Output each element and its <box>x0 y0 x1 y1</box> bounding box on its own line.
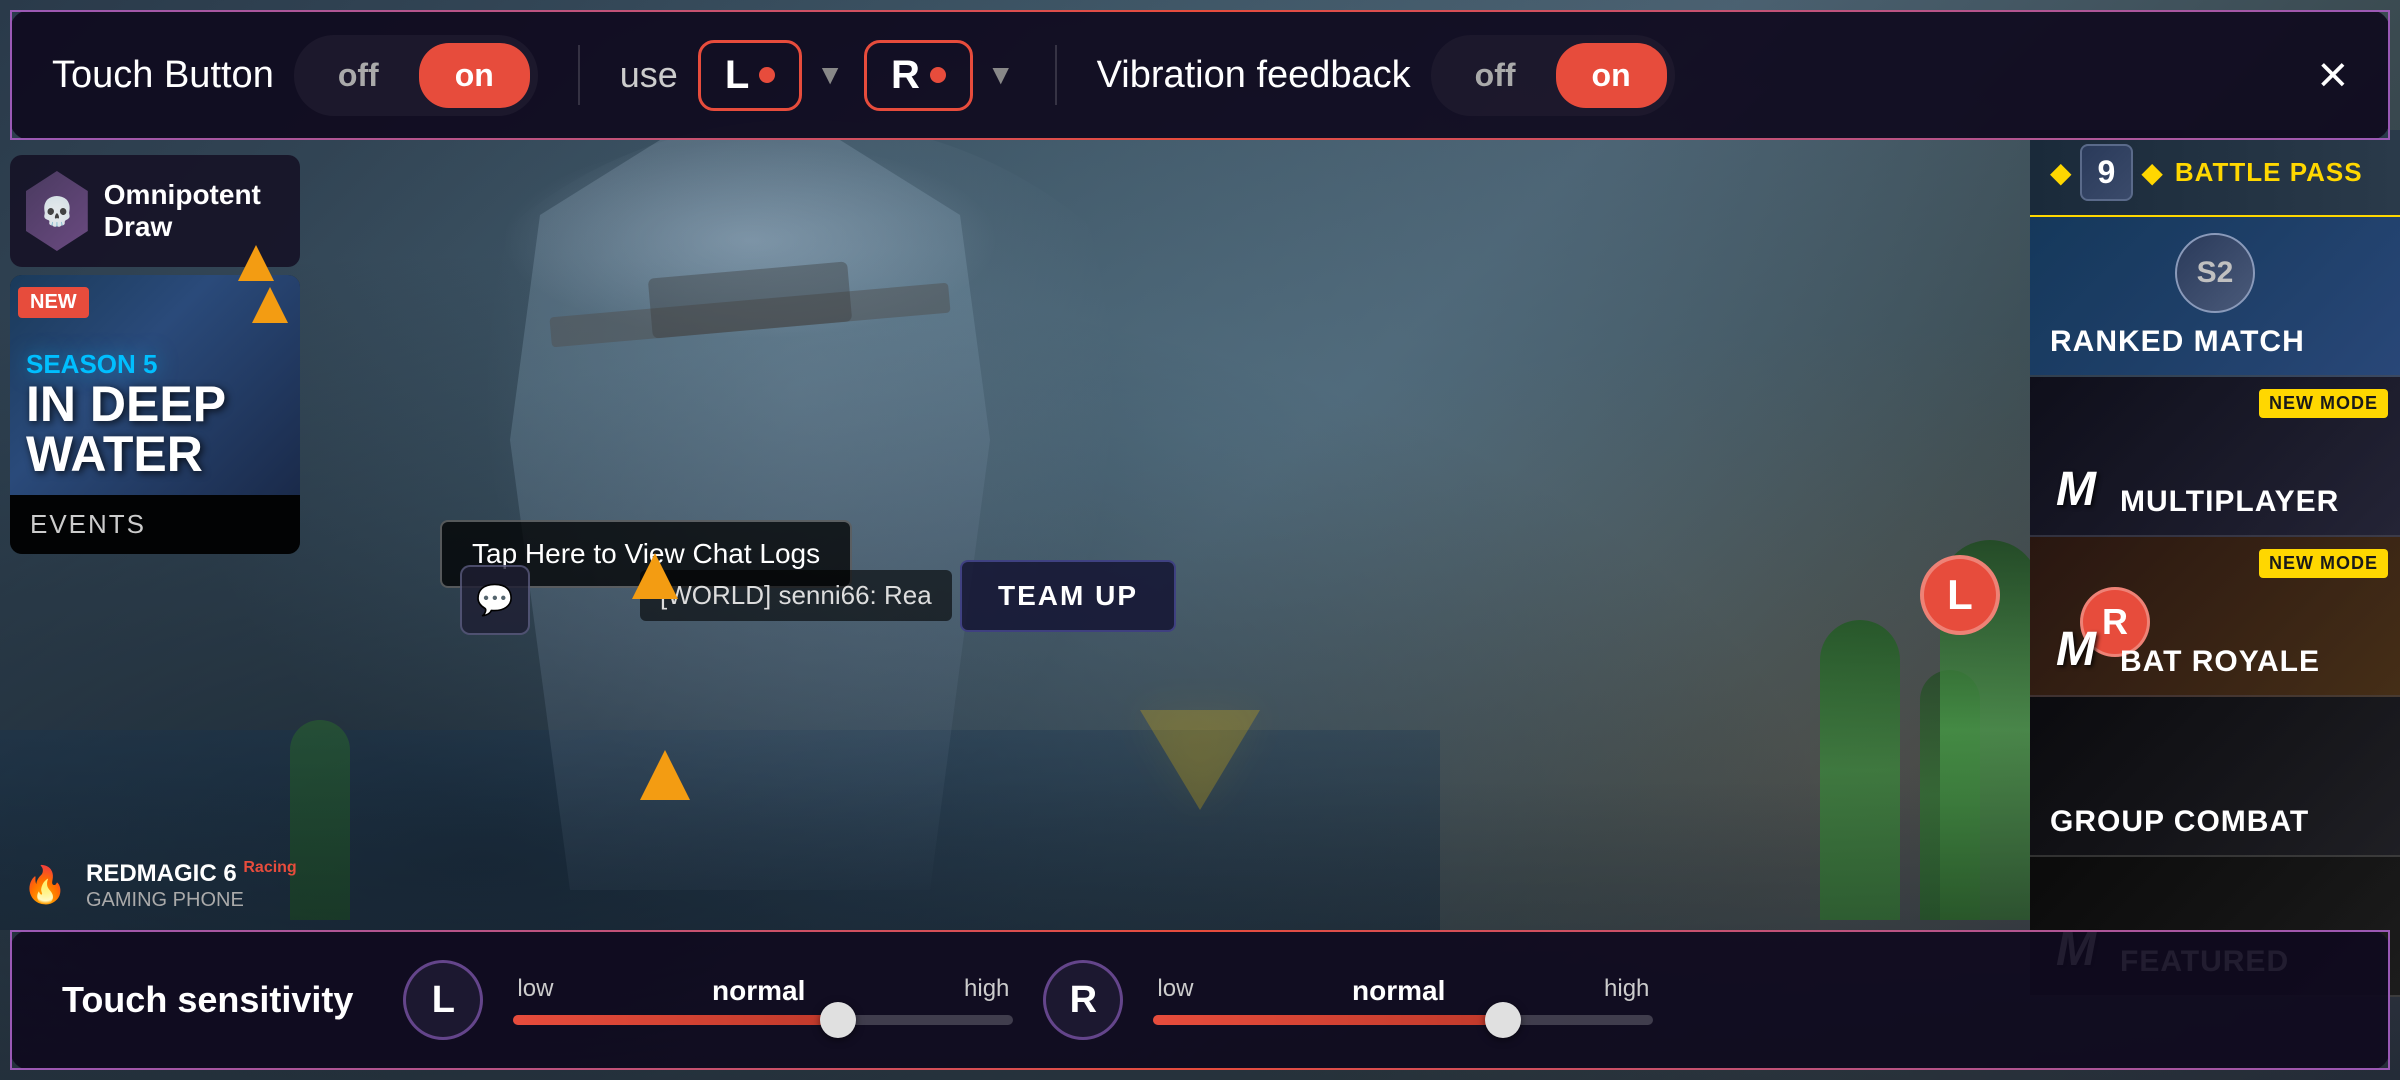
bp-icon-group: ◆ 9 ◆ <box>2050 144 2163 201</box>
l-slider-thumb[interactable] <box>820 1002 856 1038</box>
rm-sub: GAMING PHONE <box>86 889 297 912</box>
divider-2 <box>1055 45 1057 105</box>
l-slider-fill <box>513 1015 838 1025</box>
touch-button-section: Touch Button off on <box>52 35 538 116</box>
omni-avatar: 💀 <box>26 171 88 251</box>
multiplayer-label: MULTIPLAYER <box>2120 485 2339 519</box>
l-dot <box>759 67 775 83</box>
use-label: use <box>620 54 678 96</box>
multiplayer-card[interactable]: NEW MODE M MULTIPLAYER <box>2030 377 2400 537</box>
omni-label: Omnipotent Draw <box>104 179 284 243</box>
battle-pass-banner[interactable]: ◆ 9 ◆ BATTLE PASS <box>2030 130 2400 217</box>
ranked-badge: S2 <box>2175 233 2255 313</box>
vibration-label: Vibration feedback <box>1097 54 1411 97</box>
rm-text-group: REDMAGIC 6 Racing GAMING PHONE <box>86 858 297 912</box>
ranked-label: RANKED MATCH <box>2050 325 2305 359</box>
close-button[interactable]: × <box>2318 49 2348 101</box>
joystick-section: use L ▼ R ▼ <box>620 40 1015 111</box>
season-title2: WATER <box>26 429 284 479</box>
r-slider-fill <box>1153 1015 1503 1025</box>
events-banner: NEW SEASON 5 IN DEEP WATER <box>10 275 300 495</box>
vibration-off[interactable]: off <box>1439 43 1552 108</box>
diamond-icon2: ◆ <box>2141 156 2163 189</box>
br-label: BAT ROYALE <box>2120 645 2320 679</box>
l-slider-labels: low normal high <box>513 975 1013 1007</box>
top-toolbar: Touch Button off on use L ▼ R ▼ Vibrat <box>10 10 2390 140</box>
l-joystick-group: L ▼ <box>698 40 844 111</box>
touch-button-label: Touch Button <box>52 54 274 97</box>
vibration-section: Vibration feedback off on <box>1097 35 1675 116</box>
group-label: GROUP COMBAT <box>2050 805 2309 839</box>
tree-right <box>1820 620 1900 920</box>
r-slider-thumb[interactable] <box>1485 1002 1521 1038</box>
flame-icon: 🔥 <box>23 864 68 906</box>
r-slider-track[interactable] <box>1153 1015 1653 1025</box>
right-panel: ◆ 9 ◆ BATTLE PASS S2 RANKED MATCH NEW MO… <box>2030 130 2400 997</box>
rm-logo: 🔥 <box>20 855 70 915</box>
br-logo: M <box>2046 619 2106 679</box>
new-badge: NEW <box>18 287 89 318</box>
r-sensitivity-btn[interactable]: R <box>1043 960 1123 1040</box>
r-joystick-btn[interactable]: R <box>864 40 973 111</box>
chat-icon: 💬 <box>476 583 513 618</box>
vibration-toggle: off on <box>1431 35 1675 116</box>
touch-button-on[interactable]: on <box>419 43 530 108</box>
rm-model: REDMAGIC 6 Racing <box>86 858 297 889</box>
r-dot <box>930 67 946 83</box>
multiplayer-new-mode: NEW MODE <box>2259 389 2388 418</box>
bottom-toolbar: Touch sensitivity L low normal high R lo… <box>10 930 2390 1070</box>
r-slider-labels: low normal high <box>1153 975 1653 1007</box>
season-title1: IN DEEP <box>26 379 284 429</box>
redmagic-branding: 🔥 REDMAGIC 6 Racing GAMING PHONE <box>20 855 297 915</box>
r-joystick-group: R ▼ <box>864 40 1015 111</box>
battle-royale-card[interactable]: NEW MODE R M BAT ROYALE <box>2030 537 2400 697</box>
season-label: SEASON 5 <box>26 350 284 379</box>
br-new-mode: NEW MODE <box>2259 549 2388 578</box>
world-message: [WORLD] senni66: Rea <box>640 570 952 621</box>
r-dropdown-arrow[interactable]: ▼ <box>987 59 1015 91</box>
divider-1 <box>578 45 580 105</box>
l-sensitivity-btn[interactable]: L <box>403 960 483 1040</box>
ranked-match-card[interactable]: S2 RANKED MATCH <box>2030 217 2400 377</box>
chat-icon-box[interactable]: 💬 <box>460 565 530 635</box>
l-slider-container: low normal high <box>513 975 1013 1025</box>
l-indicator: L <box>1920 555 2000 635</box>
group-combat-card[interactable]: GROUP COMBAT <box>2030 697 2400 857</box>
events-warning <box>252 287 288 323</box>
events-label: EVENTS <box>10 495 300 554</box>
touch-button-toggle: off on <box>294 35 538 116</box>
diamond-icon: ◆ <box>2050 156 2072 189</box>
l-slider-track[interactable] <box>513 1015 1013 1025</box>
touch-button-off[interactable]: off <box>302 43 415 108</box>
tree-left <box>290 720 350 920</box>
multiplayer-logo: M <box>2046 459 2106 519</box>
bp-number: 9 <box>2080 144 2134 201</box>
r-slider-container: low normal high <box>1153 975 1653 1025</box>
vibration-on[interactable]: on <box>1556 43 1667 108</box>
sensitivity-label: Touch sensitivity <box>62 979 353 1021</box>
bp-label: BATTLE PASS <box>2175 157 2363 188</box>
center-emblem <box>1140 710 1260 830</box>
l-dropdown-arrow[interactable]: ▼ <box>816 59 844 91</box>
team-up-button[interactable]: TEAM UP <box>960 560 1176 632</box>
left-panel: 💀 Omnipotent Draw NEW SEASON 5 IN DEEP W… <box>10 155 300 562</box>
l-joystick-btn[interactable]: L <box>698 40 802 111</box>
events-card[interactable]: NEW SEASON 5 IN DEEP WATER EVENTS <box>10 275 300 554</box>
